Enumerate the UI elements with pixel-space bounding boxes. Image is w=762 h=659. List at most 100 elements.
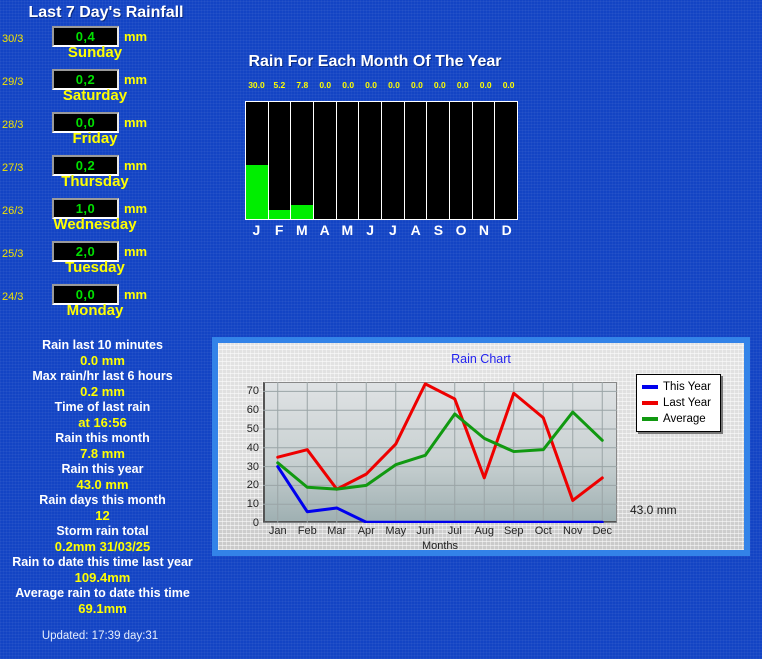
monthly-month-label: J: [388, 222, 397, 238]
monthly-bar-column: [291, 102, 314, 219]
stat-value: 12: [95, 508, 110, 523]
series-line: [276, 382, 604, 502]
x-axis-tick-label: Oct: [534, 525, 552, 537]
monthly-value-labels: 30.0 5.2 7.8 0.0 0.0 0.0 0.0 0.0 0.0 0.0 0.0 0.0: [245, 80, 520, 90]
rain-chart-legend: This Year Last Year Average: [636, 374, 721, 432]
monthly-value-label: 0.0: [365, 80, 377, 90]
x-axis-tick-label: Jan: [268, 525, 287, 537]
monthly-value-label: 0.0: [456, 80, 469, 90]
day-row: 26/3 1,0 mm Wednesday: [0, 196, 212, 236]
monthly-x-axis: JFMAMJJASOND: [245, 222, 518, 238]
monthly-bar-column: [336, 102, 359, 219]
monthly-month-label: M: [341, 222, 354, 238]
y-axis-tick-label: 10: [246, 498, 259, 511]
rain-chart-x-axis: Jan Feb Mar Apr May Jun Jul Aug Sep Oct Nov Dec: [263, 525, 617, 537]
stat-label: Time of last rain: [54, 400, 151, 414]
stat-value: 43.0 mm: [76, 477, 129, 492]
x-axis-tick-label: Aug: [474, 525, 495, 537]
day-row: 29/3 0,2 mm Saturday: [0, 67, 212, 107]
monthly-month-label: S: [433, 222, 444, 238]
legend-item: Average: [642, 411, 715, 427]
stat-label: Rain last 10 minutes: [42, 338, 163, 352]
x-axis-tick-label: Nov: [562, 525, 583, 537]
updated-timestamp: Updated: 17:39 day:31: [41, 630, 159, 642]
monthly-value-label: 0.0: [502, 80, 515, 90]
monthly-bar: [246, 165, 268, 219]
monthly-bar: [291, 204, 314, 219]
day-name: Sunday: [67, 44, 123, 61]
stat-value: 0.2mm 31/03/25: [54, 539, 151, 554]
y-axis-tick-label: 70: [246, 385, 259, 398]
day-rain-unit: mm: [124, 287, 148, 302]
day-name: Saturday: [62, 87, 128, 104]
monthly-bar-column: [404, 102, 427, 219]
monthly-chart-title: Rain For Each Month Of The Year: [248, 53, 502, 70]
y-axis-tick-label: 30: [246, 460, 259, 473]
stat-label: Max rain/hr last 6 hours: [32, 369, 173, 383]
rain-chart-x-axis-title: Months: [421, 540, 459, 552]
day-name: Tuesday: [65, 259, 125, 276]
monthly-month-label: N: [478, 222, 489, 238]
monthly-value-label: 0.0: [319, 80, 332, 90]
day-row: 24/3 0,0 mm Monday: [0, 282, 212, 322]
rain-chart-card: Rain Chart 0 10 20 30 40 50 60 70 Jan Feb Mar Apr M…: [212, 337, 750, 556]
stat-label: Storm rain total: [56, 524, 149, 538]
rain-chart-plot-wrap: [263, 382, 617, 523]
monthly-month-label: D: [501, 222, 512, 238]
monthly-bar-column: [472, 102, 495, 219]
y-axis-tick-label: 20: [246, 479, 259, 492]
day-name: Thursday: [61, 173, 129, 190]
y-axis-tick-label: 60: [246, 404, 259, 417]
monthly-bar-column: [359, 102, 382, 219]
rain-chart-y-axis: 0 10 20 30 40 50 60 70: [226, 382, 259, 529]
x-axis-tick-label: May: [385, 525, 407, 537]
monthly-plot-area: [245, 101, 518, 220]
monthly-rain-chart: Rain For Each Month Of The Year 30.0 5.2 7…: [230, 50, 530, 245]
x-axis-tick-label: Sep: [503, 525, 524, 537]
y-axis-tick-label: 50: [246, 423, 259, 435]
stat-label: Rain this month: [55, 431, 150, 445]
rain-chart-surface: Rain Chart 0 10 20 30 40 50 60 70 Jan Feb Mar Apr M…: [218, 343, 744, 552]
day-name: Friday: [72, 130, 118, 147]
rain-chart-lines: [263, 382, 617, 523]
monthly-bar-column: [382, 102, 404, 219]
monthly-month-label: F: [274, 222, 284, 238]
stat-value: 69.1mm: [78, 601, 127, 616]
y-axis-tick-label: 0: [252, 517, 259, 529]
rain-stats-panel: Rain last 10 minutes 0.0 mm Max rain/hr la…: [0, 338, 205, 617]
monthly-value-label: 0.0: [411, 80, 423, 90]
legend-item: Last Year: [642, 395, 715, 411]
monthly-month-label: A: [319, 222, 330, 238]
day-row: 28/3 0,0 mm Friday: [0, 110, 212, 150]
monthly-bar-column: [495, 102, 518, 219]
day-rain-unit: mm: [124, 72, 148, 87]
monthly-bar-column: [314, 102, 336, 219]
day-row: 25/3 2,0 mm Tuesday: [0, 239, 212, 279]
monthly-bar-column: [427, 102, 450, 219]
legend-color-swatch: [642, 401, 658, 405]
day-rain-unit: mm: [124, 244, 148, 259]
monthly-month-label: A: [410, 222, 421, 238]
monthly-value-label: 0.0: [342, 80, 355, 90]
monthly-bar: [268, 209, 291, 219]
stat-value: 7.8 mm: [80, 446, 125, 461]
y-axis-tick-label: 40: [246, 441, 259, 454]
stat-label: Average rain to date this time: [15, 586, 190, 600]
legend-color-swatch: [642, 385, 658, 389]
monthly-bar-column: [450, 102, 472, 219]
x-axis-tick-label: Apr: [357, 525, 375, 537]
stat-value: 109.4mm: [74, 570, 131, 585]
stat-label: Rain days this month: [39, 493, 166, 507]
monthly-month-label: J: [366, 222, 375, 238]
legend-item: This Year: [642, 379, 715, 395]
x-axis-tick-label: Mar: [327, 525, 347, 537]
monthly-bar-column: [268, 102, 291, 219]
day-rain-unit: mm: [124, 115, 148, 130]
monthly-value-label: 5.2: [273, 80, 286, 90]
monthly-value-label: 0.0: [388, 80, 400, 90]
rain-chart-annotation: 43.0 mm: [630, 503, 677, 517]
stat-value: 0.2 mm: [80, 384, 125, 399]
stat-label: Rain this year: [61, 462, 144, 476]
legend-label: This Year: [663, 381, 711, 393]
rain-chart-title: Rain Chart: [451, 352, 511, 366]
